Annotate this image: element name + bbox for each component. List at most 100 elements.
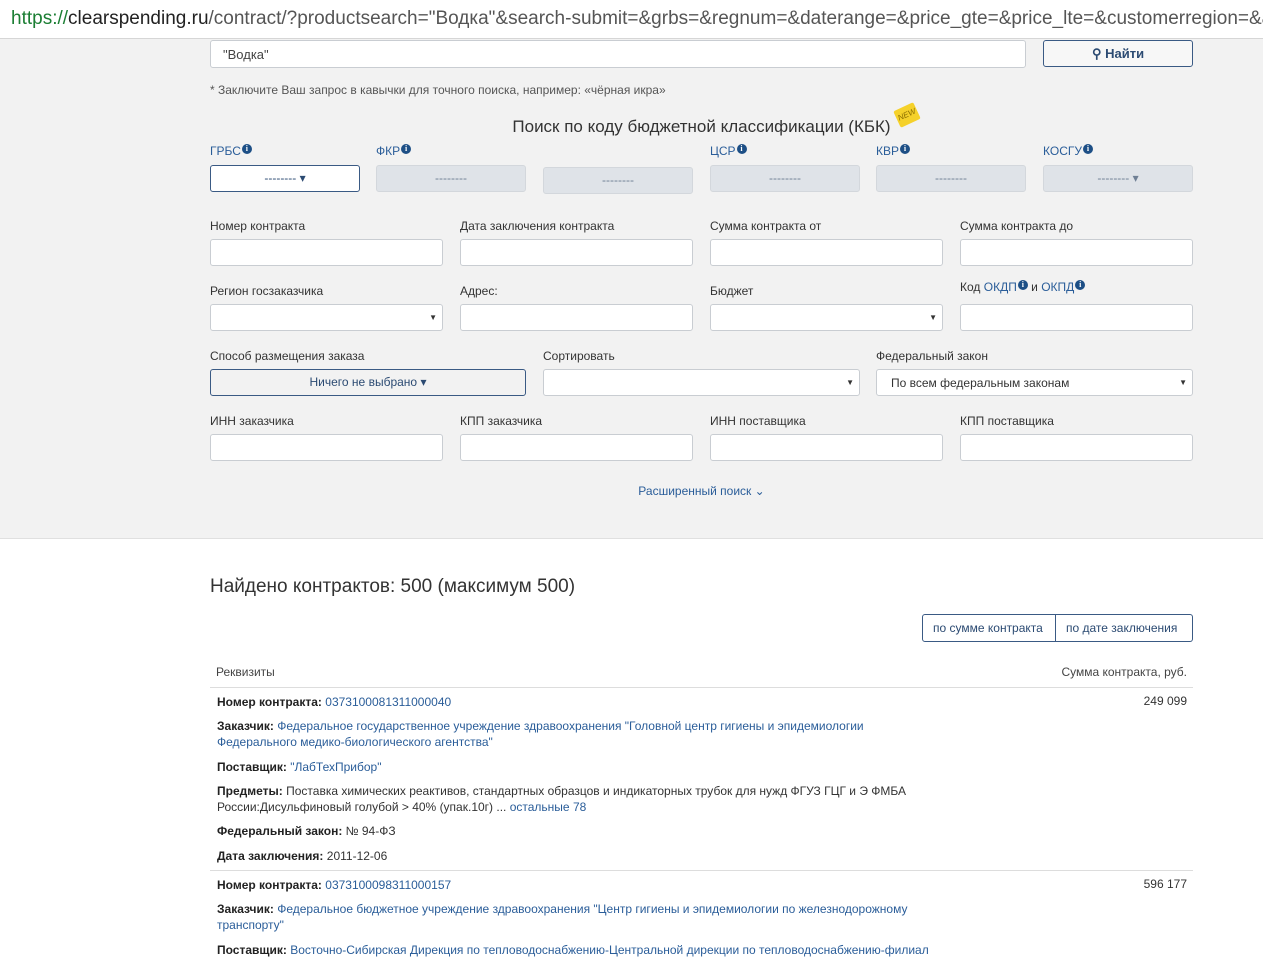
inn-customer-input[interactable] — [210, 434, 443, 461]
csr-select[interactable]: -------- — [710, 165, 860, 192]
url-text[interactable]: https://clearspending.ru/contract/?produ… — [11, 8, 1263, 30]
row-customer: Заказчик: Федеральное бюджетное учрежден… — [217, 901, 937, 917]
row-law: Федеральный закон: № 94-ФЗ — [217, 823, 937, 839]
inn-customer-label: ИНН заказчика — [210, 414, 294, 428]
row-customer-cont: Федерального медико-биологического агент… — [217, 734, 937, 750]
kvr-select-value: -------- — [935, 171, 967, 185]
sort-select[interactable]: ▼ — [543, 369, 860, 396]
customer-label: Заказчик: — [217, 719, 274, 733]
sum-from-input[interactable] — [710, 239, 943, 266]
url-host: clearspending.ru — [68, 8, 209, 29]
info-icon[interactable]: i — [241, 144, 252, 154]
fkr-sub-select[interactable]: -------- — [543, 167, 693, 194]
divider — [210, 870, 1193, 871]
sort-by-sum-button[interactable]: по сумме контракта — [922, 614, 1056, 642]
caret-down-icon: ▾ — [420, 375, 427, 389]
okpd-link[interactable]: ОКПД — [1041, 280, 1074, 294]
url-path: /contract/?productsearch="Водка"&search-… — [208, 8, 1263, 29]
info-icon[interactable]: i — [401, 144, 412, 154]
grbs-select[interactable]: -------- ▾ — [210, 165, 360, 192]
divider — [210, 687, 1193, 688]
advanced-search-link[interactable]: Расширенный поиск ⌄ — [0, 484, 1263, 498]
search-hint: * Заключите Ваш запрос в кавычки для точ… — [210, 83, 666, 97]
grbs-select-value: -------- — [264, 171, 297, 185]
contract-number-link[interactable]: 0373100081311000040 — [325, 695, 451, 709]
fkr-sub-select-value: -------- — [602, 173, 634, 187]
kvr-select[interactable]: -------- — [876, 165, 1026, 192]
region-select[interactable]: ▼ — [210, 304, 443, 331]
search-input[interactable] — [210, 40, 1026, 68]
sort-by-date-button[interactable]: по дате заключения — [1056, 614, 1193, 642]
kosgu-select-value: -------- — [1097, 171, 1130, 185]
address-input[interactable] — [460, 304, 693, 331]
inn-supplier-input[interactable] — [710, 434, 943, 461]
okdp-link[interactable]: ОКДП — [984, 280, 1017, 294]
date-label: Дата заключения: — [217, 849, 324, 863]
row-number: Номер контракта: 0373100081311000040 — [217, 694, 937, 710]
code-prefix: Код — [960, 280, 981, 294]
row-subjects: Предметы: Поставка химических реактивов,… — [217, 783, 937, 799]
placement-value: Ничего не выбрано — [309, 375, 418, 389]
customer-link-cont[interactable]: транспорту" — [217, 918, 284, 932]
col-details-header: Реквизиты — [216, 665, 275, 679]
subjects-text-cont: России:Дисульфиновый голубой > 40% (упак… — [217, 800, 507, 814]
subjects-label: Предметы: — [217, 784, 283, 798]
search-button-label: Найти — [1105, 46, 1145, 61]
kvr-label-text: КВР — [876, 144, 899, 158]
url-scheme: https:// — [11, 8, 69, 29]
kosgu-label[interactable]: КОСГУ i — [1043, 144, 1093, 158]
contract-date-label: Дата заключения контракта — [460, 219, 615, 233]
browser-url-bar[interactable]: https://clearspending.ru/contract/?produ… — [0, 0, 1263, 39]
sum-from-label: Сумма контракта от — [710, 219, 822, 233]
placement-select[interactable]: Ничего не выбрано ▾ — [210, 369, 526, 396]
kpp-customer-label: КПП заказчика — [460, 414, 543, 428]
contract-date-input[interactable] — [460, 239, 693, 266]
customer-link[interactable]: Федеральное государственное учреждение з… — [277, 719, 863, 733]
row-date: Дата заключения: 2011-12-06 — [217, 848, 937, 864]
search-button[interactable]: ⚲ Найти — [1043, 40, 1193, 67]
info-icon[interactable]: i — [1075, 280, 1086, 290]
csr-select-value: -------- — [769, 171, 801, 185]
grbs-label[interactable]: ГРБС i — [210, 144, 252, 158]
kpp-supplier-input[interactable] — [960, 434, 1193, 461]
supplier-link[interactable]: Восточно-Сибирская Дирекция по тепловодо… — [290, 943, 928, 957]
contract-number-input[interactable] — [210, 239, 443, 266]
and-text: и — [1031, 280, 1038, 294]
law-select[interactable]: По всем федеральным законам ▼ — [876, 369, 1193, 396]
more-subjects-link[interactable]: остальные 78 — [510, 800, 587, 814]
region-label: Регион госзаказчика — [210, 284, 324, 298]
kosgu-label-text: КОСГУ — [1043, 144, 1082, 158]
kvr-label[interactable]: КВР i — [876, 144, 910, 158]
customer-link-cont[interactable]: Федерального медико-биологического агент… — [217, 735, 493, 749]
search-icon: ⚲ — [1091, 46, 1102, 61]
chevron-down-icon: ⌄ — [754, 484, 765, 498]
number-label: Номер контракта: — [217, 695, 322, 709]
customer-link[interactable]: Федеральное бюджетное учреждение здравоо… — [277, 902, 907, 916]
info-icon[interactable]: i — [1082, 144, 1093, 154]
fkr-select[interactable]: -------- — [376, 165, 526, 192]
kpp-customer-input[interactable] — [460, 434, 693, 461]
sum-to-input[interactable] — [960, 239, 1193, 266]
date-text: 2011-12-06 — [326, 849, 388, 863]
budget-select[interactable]: ▼ — [710, 304, 943, 331]
fkr-label[interactable]: ФКР i — [376, 144, 412, 158]
contract-amount: 596 177 — [1143, 877, 1187, 891]
contract-amount: 249 099 — [1143, 694, 1187, 708]
fkr-label-text: ФКР — [376, 144, 401, 158]
supplier-label: Поставщик: — [217, 943, 287, 957]
sort-button-group: по сумме контракта по дате заключения — [922, 614, 1193, 642]
subjects-text: Поставка химических реактивов, стандартн… — [286, 784, 907, 798]
row-customer: Заказчик: Федеральное государственное уч… — [217, 718, 937, 734]
customer-label: Заказчик: — [217, 902, 274, 916]
info-icon[interactable]: i — [736, 144, 747, 154]
supplier-link[interactable]: "ЛабТехПрибор" — [290, 760, 381, 774]
csr-label-text: ЦСР — [710, 144, 736, 158]
kbk-title: Поиск по коду бюджетной классификации (К… — [512, 117, 891, 136]
okdp-okpd-input[interactable] — [960, 304, 1193, 331]
info-icon[interactable]: i — [1017, 280, 1028, 290]
kosgu-select[interactable]: -------- ▾ — [1043, 165, 1193, 192]
address-label: Адрес: — [460, 284, 498, 298]
info-icon[interactable]: i — [900, 144, 910, 154]
contract-number-link[interactable]: 0373100098311000157 — [325, 878, 451, 892]
csr-label[interactable]: ЦСР i — [710, 144, 747, 158]
